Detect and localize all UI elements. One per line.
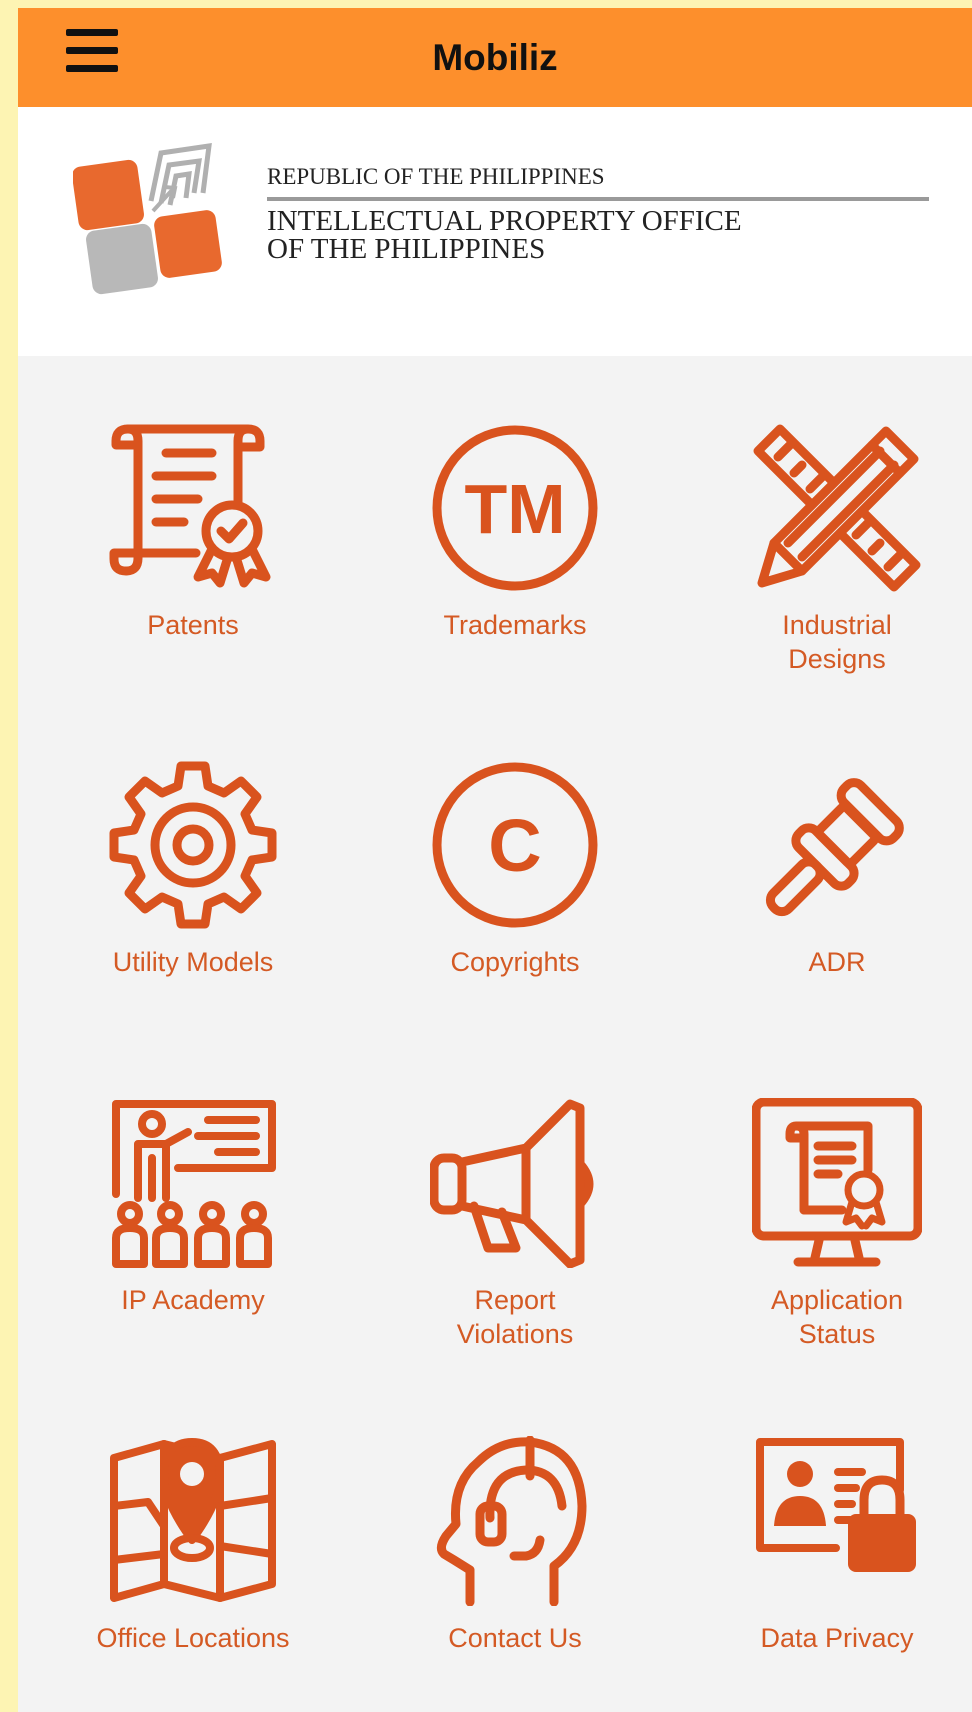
menu-item-label: Industrial Designs: [782, 610, 892, 674]
gear-icon: [109, 761, 277, 929]
menu-item-trademarks[interactable]: TM Trademarks: [375, 423, 655, 713]
republic-label: REPUBLIC OF THE PHILIPPINES: [267, 164, 605, 189]
megaphone-icon: [430, 1099, 594, 1268]
menu-item-report-violations[interactable]: Report Violations: [375, 1098, 655, 1388]
menu-item-label: Office Locations: [96, 1623, 290, 1653]
patent-certificate-icon: [109, 424, 271, 588]
top-bar: Mobiliz: [18, 8, 972, 107]
id-card-lock-icon: [756, 1438, 916, 1572]
headset-icon: [436, 1436, 587, 1606]
menu-item-label: Utility Models: [112, 947, 274, 977]
map-pin-icon: [110, 1438, 276, 1602]
menu-item-patents[interactable]: Patents: [53, 423, 333, 713]
menu-item-contact-us[interactable]: Contact Us: [375, 1436, 655, 1712]
header-divider: [267, 197, 929, 201]
menu-item-adr[interactable]: ADR: [697, 760, 972, 1050]
menu-item-label: Application Status: [770, 1285, 904, 1349]
menu-item-data-privacy[interactable]: Data Privacy: [697, 1436, 972, 1712]
office-name-line1: INTELLECTUAL PROPERTY OFFICE: [267, 205, 742, 237]
app-title: Mobiliz: [432, 37, 558, 78]
menu-item-label: IP Academy: [121, 1285, 265, 1315]
app-screen: Mobiliz REPUBLIC OF THE PHILIPPINES INTE…: [18, 8, 972, 1712]
gavel-icon: [765, 778, 904, 917]
menu-item-copyrights[interactable]: C Copyrights: [375, 760, 655, 1050]
classroom-icon: [112, 1100, 276, 1268]
menu-item-application-status[interactable]: Application Status: [697, 1098, 972, 1388]
svg-text:TM: TM: [464, 470, 565, 548]
copyright-icon: C: [432, 762, 598, 928]
menu-item-label: Contact Us: [448, 1623, 582, 1653]
menu-item-utility-models[interactable]: Utility Models: [53, 760, 333, 1050]
ruler-pencil-icon: [753, 424, 921, 592]
menu-item-label: Data Privacy: [760, 1623, 914, 1653]
menu-item-label: ADR: [808, 947, 866, 977]
menu-item-ip-academy[interactable]: IP Academy: [53, 1098, 333, 1388]
monitor-certificate-icon: [752, 1098, 922, 1267]
menu-item-label: Trademarks: [443, 610, 587, 640]
trademark-icon: TM: [432, 425, 598, 591]
ipophl-logo: [73, 143, 222, 295]
svg-text:C: C: [488, 804, 541, 887]
menu-item-office-locations[interactable]: Office Locations: [53, 1436, 333, 1712]
office-name-line2: OF THE PHILIPPINES: [267, 233, 546, 265]
menu-item-label: Copyrights: [450, 947, 580, 977]
menu-item-label: Patents: [147, 610, 239, 640]
menu-item-label: Report Violations: [456, 1285, 574, 1349]
menu-item-industrial-designs[interactable]: Industrial Designs: [697, 423, 972, 713]
